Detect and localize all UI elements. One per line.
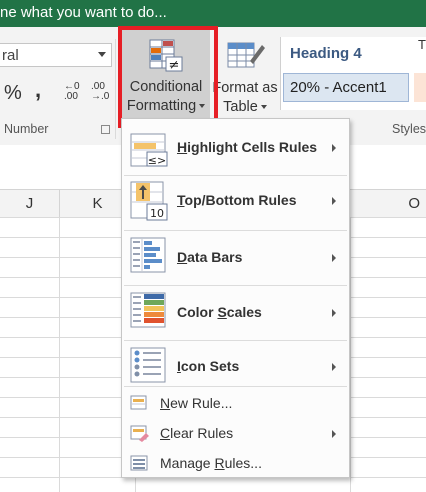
menu-divider xyxy=(124,230,347,231)
number-format-dropdown[interactable]: ral xyxy=(0,43,112,67)
style-20-accent1[interactable]: 20% - Accent1 xyxy=(283,73,409,102)
column-header-j[interactable]: J xyxy=(0,190,60,217)
menu-divider xyxy=(124,285,347,286)
chevron-down-icon xyxy=(98,52,106,57)
menu-item-color-scales[interactable]: Color Scales xyxy=(122,287,349,339)
data-bars-icon xyxy=(130,237,166,273)
dialog-launcher-icon[interactable] xyxy=(101,125,110,134)
menu-item-highlight-cells-rules[interactable]: ≤> Highlight Cells Rules xyxy=(122,123,349,173)
chevron-right-icon xyxy=(332,254,336,262)
clear-rules-icon xyxy=(130,425,149,442)
increase-decimal-bottom: .00 xyxy=(64,91,78,102)
format-as-table-button[interactable]: Format as Table xyxy=(212,33,278,121)
menu-divider xyxy=(124,340,347,341)
menu-item-label: Data Bars xyxy=(177,249,243,265)
format-as-table-label-1: Format as xyxy=(212,80,278,96)
menu-item-data-bars[interactable]: Data Bars xyxy=(122,232,349,284)
color-scales-icon xyxy=(130,292,166,328)
icon-sets-icon xyxy=(130,347,166,383)
group-divider xyxy=(115,39,116,139)
percent-style-button[interactable]: % xyxy=(4,82,22,105)
top-bottom-icon: 10 xyxy=(130,181,168,221)
chevron-right-icon xyxy=(332,430,336,438)
tell-me-search[interactable]: ne what you want to do... xyxy=(0,4,167,21)
chevron-right-icon xyxy=(332,197,336,205)
menu-item-new-rule[interactable]: New Rule... xyxy=(122,389,349,417)
menu-item-clear-rules[interactable]: Clear Rules xyxy=(122,419,349,447)
style-heading-4[interactable]: Heading 4 xyxy=(290,45,362,62)
new-rule-icon xyxy=(130,395,147,410)
number-group-label: Number xyxy=(4,122,49,136)
chevron-right-icon xyxy=(332,363,336,371)
menu-item-label: Highlight Cells Rules xyxy=(177,139,318,155)
grid-line xyxy=(350,217,351,492)
increase-decimal-button[interactable]: ←0 .00 xyxy=(64,82,88,106)
conditional-formatting-menu: ≤> Highlight Cells Rules 10 Top/Bottom R… xyxy=(121,118,350,478)
comma-style-button[interactable]: , xyxy=(35,77,41,103)
menu-divider xyxy=(124,386,347,387)
column-header-o[interactable]: O xyxy=(350,190,426,217)
style-20-accent1-label: 20% - Accent1 xyxy=(290,79,387,96)
manage-rules-icon xyxy=(130,455,148,471)
highlight-frame xyxy=(118,26,218,128)
svg-text:10: 10 xyxy=(150,207,164,220)
menu-item-label: Icon Sets xyxy=(177,358,240,374)
chevron-right-icon xyxy=(332,144,336,152)
menu-item-label: New Rule... xyxy=(160,395,233,411)
menu-item-manage-rules[interactable]: Manage Rules... xyxy=(122,449,349,477)
styles-group-label: Styles xyxy=(392,122,426,136)
menu-item-label: Clear Rules xyxy=(160,425,234,441)
number-format-value: ral xyxy=(2,47,19,64)
style-next-swatch[interactable] xyxy=(414,73,426,102)
menu-item-top-bottom-rules[interactable]: 10 Top/Bottom Rules xyxy=(122,177,349,227)
format-as-table-label-2: Table xyxy=(223,99,258,115)
menu-item-label: Color Scales xyxy=(177,304,262,320)
menu-item-icon-sets[interactable]: Icon Sets xyxy=(122,342,349,392)
svg-text:≤>: ≤> xyxy=(148,154,166,167)
style-next-label: T xyxy=(418,37,426,52)
title-bar: ne what you want to do... xyxy=(0,0,426,27)
menu-item-label: Top/Bottom Rules xyxy=(177,192,297,208)
highlight-cells-icon: ≤> xyxy=(130,133,168,167)
decrease-decimal-button[interactable]: .00 →.0 xyxy=(91,82,115,106)
chevron-down-icon xyxy=(260,105,267,110)
menu-divider xyxy=(124,175,347,176)
menu-item-label: Manage Rules... xyxy=(160,455,262,471)
grid-line xyxy=(59,217,60,492)
decrease-decimal-bottom: →.0 xyxy=(91,91,110,102)
chevron-right-icon xyxy=(332,309,336,317)
format-as-table-icon xyxy=(227,42,265,68)
